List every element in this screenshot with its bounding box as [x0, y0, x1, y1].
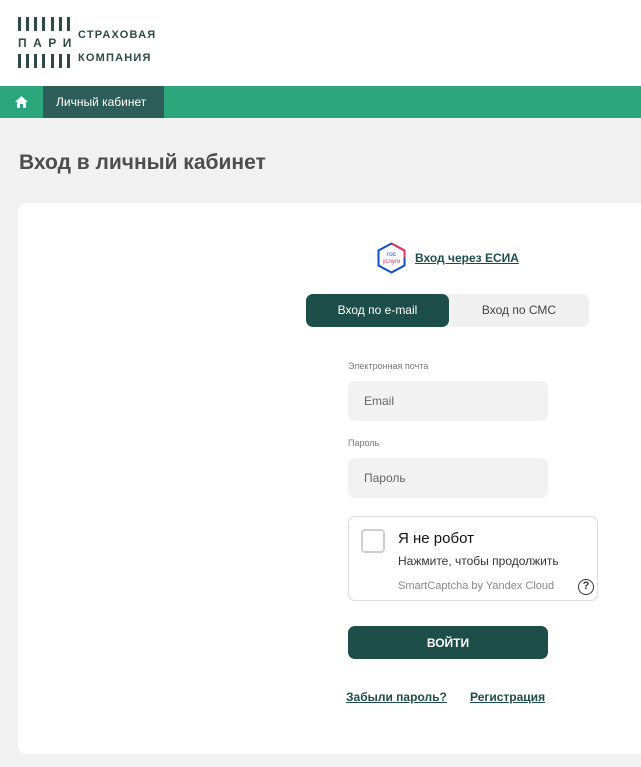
- company-logo[interactable]: ПАРИ СТРАХОВАЯ КОМПАНИЯ: [18, 17, 168, 69]
- captcha-brand[interactable]: SmartCaptcha by Yandex Cloud: [398, 580, 554, 592]
- forgot-password-link[interactable]: Забыли пароль?: [346, 690, 447, 704]
- register-link[interactable]: Регистрация: [470, 690, 545, 704]
- logo-line2: КОМПАНИЯ: [78, 52, 152, 64]
- captcha-widget: Я не робот Нажмите, чтобы продолжить Sma…: [348, 516, 598, 601]
- logo-brand: ПАРИ: [18, 36, 78, 50]
- logo-mark: ПАРИ: [18, 17, 78, 69]
- tab-sms[interactable]: Вход по СМС: [449, 294, 589, 327]
- email-field[interactable]: [348, 381, 548, 421]
- captcha-subtitle: Нажмите, чтобы продолжить: [398, 554, 559, 568]
- page-title: Вход в личный кабинет: [19, 151, 266, 174]
- login-method-tabs: Вход по e-mail Вход по СМС: [306, 294, 589, 327]
- help-icon[interactable]: ?: [578, 579, 594, 595]
- email-label: Электронная почта: [348, 361, 429, 371]
- esia-logo-top: гос: [387, 251, 397, 258]
- breadcrumb-bar: Личный кабинет: [0, 86, 641, 118]
- captcha-checkbox[interactable]: [361, 529, 385, 553]
- esia-logo-bottom: услуги: [383, 259, 401, 265]
- logo-text: СТРАХОВАЯ КОМПАНИЯ: [78, 24, 156, 70]
- home-button[interactable]: [0, 86, 43, 118]
- captcha-title: Я не робот: [398, 530, 474, 547]
- breadcrumb-item-cabinet[interactable]: Личный кабинет: [43, 86, 164, 118]
- home-icon: [15, 96, 28, 108]
- esia-login[interactable]: гос услуги Вход через ЕСИА: [376, 242, 519, 274]
- login-button[interactable]: ВОЙТИ: [348, 626, 548, 659]
- esia-link[interactable]: Вход через ЕСИА: [415, 251, 519, 265]
- logo-line1: СТРАХОВАЯ: [78, 29, 157, 41]
- gosuslugi-icon: гос услуги: [377, 242, 406, 274]
- password-label: Пароль: [348, 438, 380, 448]
- tab-email[interactable]: Вход по e-mail: [306, 294, 449, 327]
- header: ПАРИ СТРАХОВАЯ КОМПАНИЯ: [0, 0, 641, 86]
- password-field[interactable]: [348, 458, 548, 498]
